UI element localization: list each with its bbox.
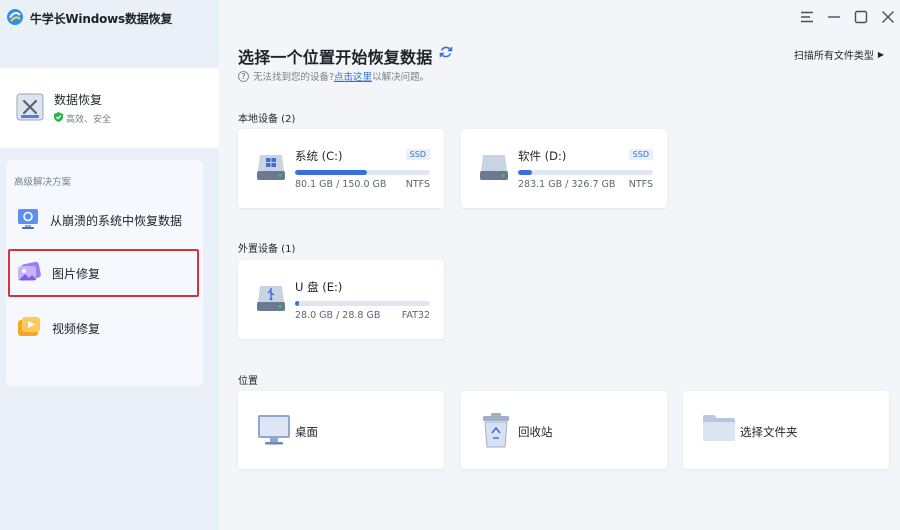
data-recovery-title: 数据恢复 (54, 93, 103, 107)
data-recovery-subtitle: 高效、安全 (66, 115, 112, 125)
ssd-badge: SSD (628, 149, 653, 160)
desktop-icon (257, 413, 291, 450)
drive-size: 80.1 GB / 150.0 GB (295, 179, 387, 190)
refresh-icon[interactable] (439, 45, 453, 62)
close-icon[interactable] (879, 8, 897, 26)
usage-bar-fill (295, 170, 368, 175)
drive-card-c[interactable]: 系统 (C:) SSD 80.1 GB / 150.0 GB NTFS (238, 129, 444, 208)
app-title: 牛学长Windows数据恢复 (30, 11, 173, 26)
app-logo-icon (6, 8, 24, 29)
adv-item-label: 从崩溃的系统中恢复数据 (50, 213, 183, 228)
drive-name: 系统 (C:) (295, 149, 343, 163)
menu-icon[interactable] (798, 8, 816, 26)
adv-item-label: 视频修复 (52, 321, 101, 336)
photo-repair-item[interactable]: 图片修复 (8, 249, 199, 297)
video-repair-icon (16, 315, 42, 342)
crashed-system-recovery-item[interactable]: 从崩溃的系统中恢复数据 (6, 196, 203, 244)
data-recovery-nav[interactable]: 数据恢复 高效、安全 (0, 68, 219, 148)
location-select-folder[interactable]: 选择文件夹 (683, 391, 889, 469)
drive-filesystem: FAT32 (401, 310, 430, 321)
external-devices-title: 外置设备 (1) (238, 244, 296, 255)
advanced-solutions-heading: 高级解决方案 (14, 177, 72, 188)
help-link[interactable]: 点击这里 (334, 69, 372, 83)
drive-card-e[interactable]: U 盘 (E:) 28.0 GB / 28.8 GB FAT32 (238, 260, 444, 339)
adv-item-label: 图片修复 (52, 266, 101, 281)
drive-filesystem: NTFS (405, 179, 430, 190)
location-recycle-bin[interactable]: 回收站 (461, 391, 667, 469)
main-panel: 选择一个位置开始恢复数据 ? 无法找到您的设备? 点击这里 以解决问题。 扫描所… (219, 0, 900, 530)
location-label: 回收站 (518, 425, 553, 439)
question-icon: ? (238, 70, 249, 82)
hint-suffix: 以解决问题。 (372, 72, 430, 83)
usage-bar-fill (295, 301, 300, 306)
device-help-hint: ? 无法找到您的设备? 点击这里 以解决问题。 (238, 69, 429, 83)
drive-name: U 盘 (E:) (295, 280, 343, 294)
drive-card-d[interactable]: 软件 (D:) SSD 283.1 GB / 326.7 GB NTFS (461, 129, 667, 208)
location-desktop[interactable]: 桌面 (238, 391, 444, 469)
location-label: 选择文件夹 (740, 425, 798, 439)
maximize-icon[interactable] (852, 8, 870, 26)
crashed-system-icon (16, 207, 40, 234)
usage-bar-fill (518, 170, 532, 175)
app-brand: 牛学长Windows数据恢复 (0, 0, 219, 36)
folder-icon (702, 413, 736, 446)
hint-prefix: 无法找到您的设备? (253, 72, 335, 83)
usage-bar (518, 170, 653, 175)
usb-drive-icon (255, 282, 287, 317)
drive-size: 28.0 GB / 28.8 GB (295, 310, 381, 321)
video-repair-item[interactable]: 视频修复 (6, 304, 203, 352)
scan-all-file-types-button[interactable]: 扫描所有文件类型 ▶ (794, 47, 884, 62)
recycle-bin-icon (480, 413, 512, 452)
hard-drive-icon (478, 151, 510, 186)
caret-right-icon: ▶ (877, 50, 884, 59)
usage-bar (295, 301, 430, 306)
usage-bar (295, 170, 430, 175)
photo-repair-icon (16, 260, 42, 287)
hard-drive-icon (255, 151, 287, 186)
scan-all-label: 扫描所有文件类型 (793, 51, 874, 62)
advanced-solutions-panel: 高级解决方案 从崩溃的系统中恢复数据 图片修复 视频修复 (6, 160, 203, 386)
drive-size: 283.1 GB / 326.7 GB (518, 179, 616, 190)
ssd-badge: SSD (405, 149, 430, 160)
shield-check-icon (54, 112, 63, 125)
data-recovery-icon (16, 92, 44, 125)
location-title: 位置 (238, 376, 258, 387)
drive-filesystem: NTFS (628, 179, 653, 190)
page-title: 选择一个位置开始恢复数据 (238, 48, 433, 67)
location-label: 桌面 (295, 425, 318, 439)
sidebar: 牛学长Windows数据恢复 数据恢复 高效、安全 高级解决方案 从崩溃的系统中… (0, 0, 219, 530)
local-devices-title: 本地设备 (2) (238, 114, 296, 125)
minimize-icon[interactable] (825, 8, 843, 26)
drive-name: 软件 (D:) (518, 149, 567, 163)
